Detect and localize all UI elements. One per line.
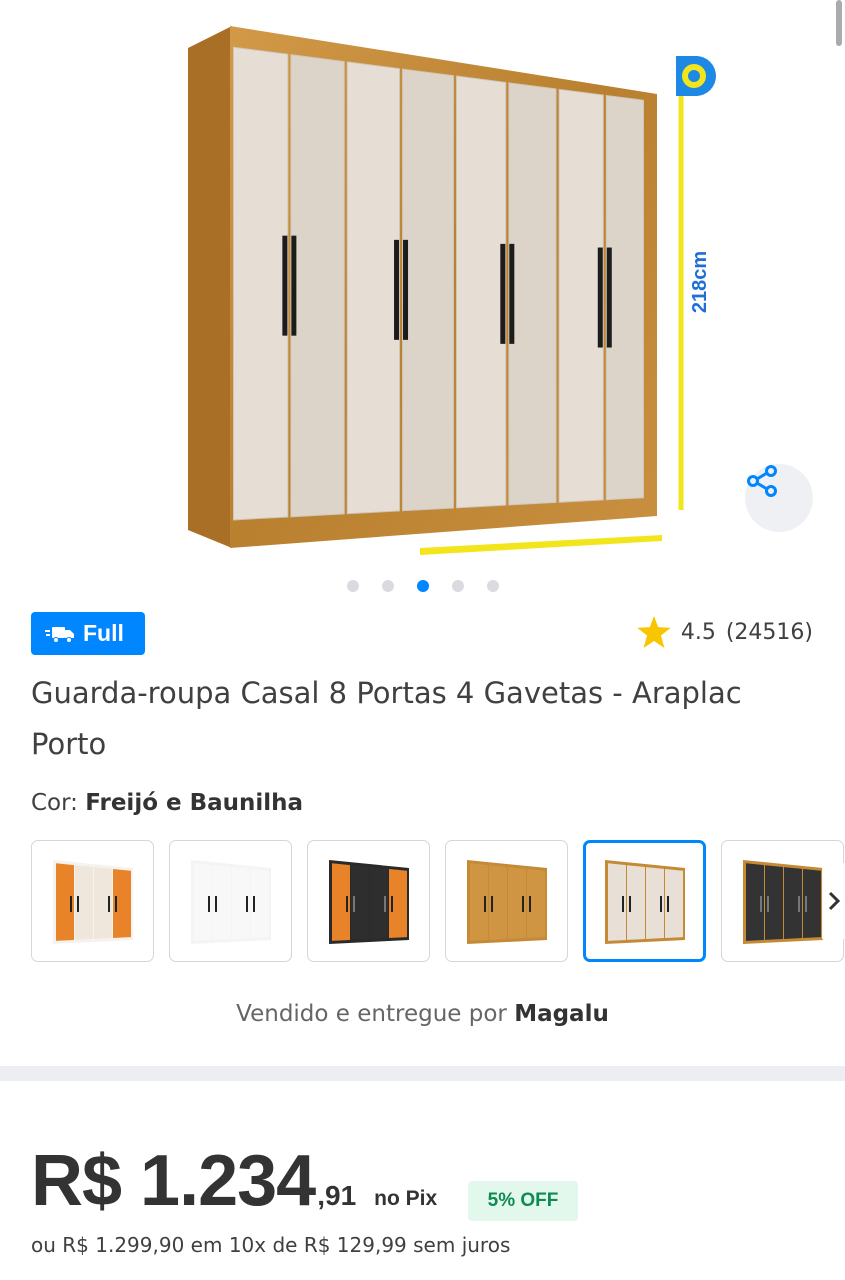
carousel-dot[interactable] [416,580,429,592]
chevron-right-icon [828,891,840,911]
color-value: Freijó e Baunilha [85,790,304,816]
variants-next-button[interactable] [822,863,845,939]
rating-count: (24516) [725,619,813,645]
carousel-dot[interactable] [451,580,464,592]
color-variant-swatch[interactable] [31,840,154,962]
rating-value: 4.5 [680,619,716,645]
color-variant-swatch[interactable] [445,840,568,962]
wardrobe-image: 218cm [188,26,716,555]
variant-thumbnail [328,860,409,944]
carousel-dot[interactable] [346,580,359,592]
variant-thumbnail [742,860,823,944]
star-icon [637,616,671,648]
color-variant-swatch[interactable] [583,840,706,962]
color-selector-label: Cor: Freijó e Baunilha [31,790,303,816]
product-image-carousel[interactable]: 218cm [0,0,845,570]
variant-thumbnail [190,860,271,944]
section-divider [0,1066,845,1081]
variant-thumbnail [52,860,133,944]
seller-name[interactable]: Magalu [514,1001,609,1027]
carousel-dots [0,580,845,592]
fast-truck-icon [45,626,74,643]
rating[interactable]: 4.5 (24516) [637,616,813,648]
carousel-dot[interactable] [486,580,499,592]
price-main: R$ 1.234 [31,1141,316,1221]
height-measure-label: 218cm [689,251,711,313]
seller-info: Vendido e entregue por Magalu [0,1001,845,1027]
discount-badge: 5% OFF [468,1181,578,1221]
color-variant-swatch[interactable] [169,840,292,962]
product-title: Guarda-roupa Casal 8 Portas 4 Gavetas - … [31,676,742,761]
color-variant-swatch[interactable] [307,840,430,962]
price-block: R$ 1.234 ,91 no Pix [31,1140,437,1222]
variant-thumbnail [466,860,547,944]
carousel-dot[interactable] [381,580,394,592]
seller-prefix: Vendido e entregue por [236,1001,507,1027]
full-delivery-badge: Full [31,612,145,655]
price-cents: ,91 [317,1180,357,1211]
share-icon [747,465,777,497]
color-label: Cor: [31,790,78,816]
variant-thumbnail [604,860,685,944]
color-variants [31,839,845,963]
share-button[interactable] [745,464,813,532]
installments-text: ou R$ 1.299,90 em 10x de R$ 129,99 sem j… [31,1233,511,1257]
badge-label: Full [83,620,124,646]
payment-method: no Pix [374,1187,438,1210]
